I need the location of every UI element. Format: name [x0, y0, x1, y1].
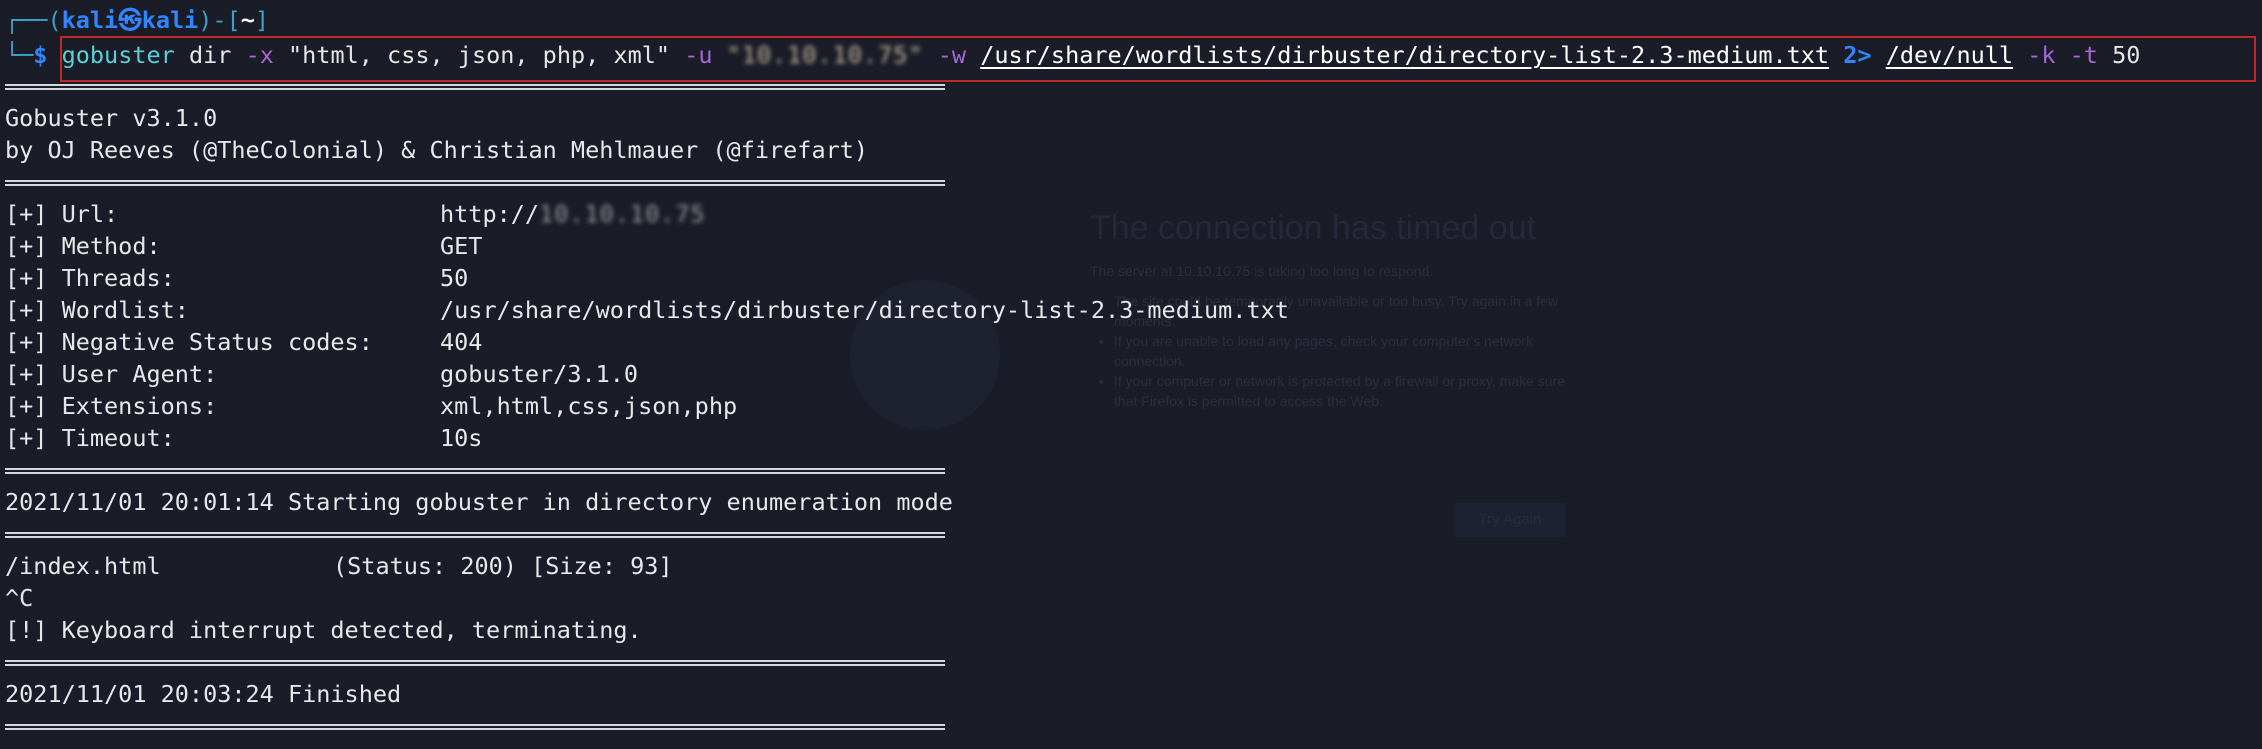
config-value: 404: [440, 328, 483, 356]
config-value: http://10.10.10.75: [440, 198, 706, 230]
config-value: gobuster/3.1.0: [440, 360, 639, 388]
separator-line: [5, 660, 945, 666]
prompt-directory: ~: [240, 6, 255, 34]
config-label: [+] Timeout:: [5, 424, 175, 452]
result-path: /index.html: [5, 552, 161, 580]
config-label: [+] Negative Status codes:: [5, 328, 373, 356]
interrupt-char: ^C: [5, 584, 34, 612]
config-value: /usr/share/wordlists/dirbuster/directory…: [440, 296, 1289, 324]
prompt-username: kali: [61, 6, 119, 34]
prompt-frame-mid: )-[: [198, 6, 241, 34]
terminal-output[interactable]: ┌──(kali㉿kali)-[~] └─$ gobuster dir -x "…: [0, 0, 2262, 749]
config-label: [+] Extensions:: [5, 392, 218, 420]
config-value: 50: [440, 264, 469, 292]
config-label: [+] Url:: [5, 200, 119, 228]
prompt-frame-top: ┌──(: [5, 6, 62, 34]
interrupt-message: [!] Keyboard interrupt detected, termina…: [5, 616, 642, 644]
banner-version: Gobuster v3.1.0: [5, 104, 218, 132]
separator-line: [5, 180, 945, 186]
result-status: (Status: 200) [Size: 93]: [333, 552, 673, 580]
config-url-prefix: http://: [440, 200, 540, 228]
config-value: GET: [440, 232, 483, 260]
config-url-redacted: 10.10.10.75: [539, 200, 706, 228]
prompt-at-symbol: ㉿: [118, 6, 142, 34]
start-message: 2021/11/01 20:01:14 Starting gobuster in…: [5, 488, 953, 516]
separator-line: [5, 724, 945, 730]
config-label: [+] Wordlist:: [5, 296, 189, 324]
finished-message: 2021/11/01 20:03:24 Finished: [5, 680, 402, 708]
config-label: [+] Threads:: [5, 264, 175, 292]
config-label: [+] Method:: [5, 232, 161, 260]
separator-line: [5, 532, 945, 538]
config-value: 10s: [440, 424, 483, 452]
prompt-dollar: $: [33, 41, 48, 69]
command-highlight-box: [60, 36, 2256, 82]
separator-line: [5, 84, 945, 90]
config-label: [+] User Agent:: [5, 360, 218, 388]
prompt-line-top: ┌──(kali㉿kali)-[~]: [5, 4, 269, 36]
banner-authors: by OJ Reeves (@TheColonial) & Christian …: [5, 136, 869, 164]
config-value: xml,html,css,json,php: [440, 392, 738, 420]
prompt-hostname: kali: [141, 6, 199, 34]
prompt-frame-bottom: └─: [5, 41, 34, 69]
prompt-frame-end: ]: [254, 6, 270, 34]
separator-line: [5, 468, 945, 474]
